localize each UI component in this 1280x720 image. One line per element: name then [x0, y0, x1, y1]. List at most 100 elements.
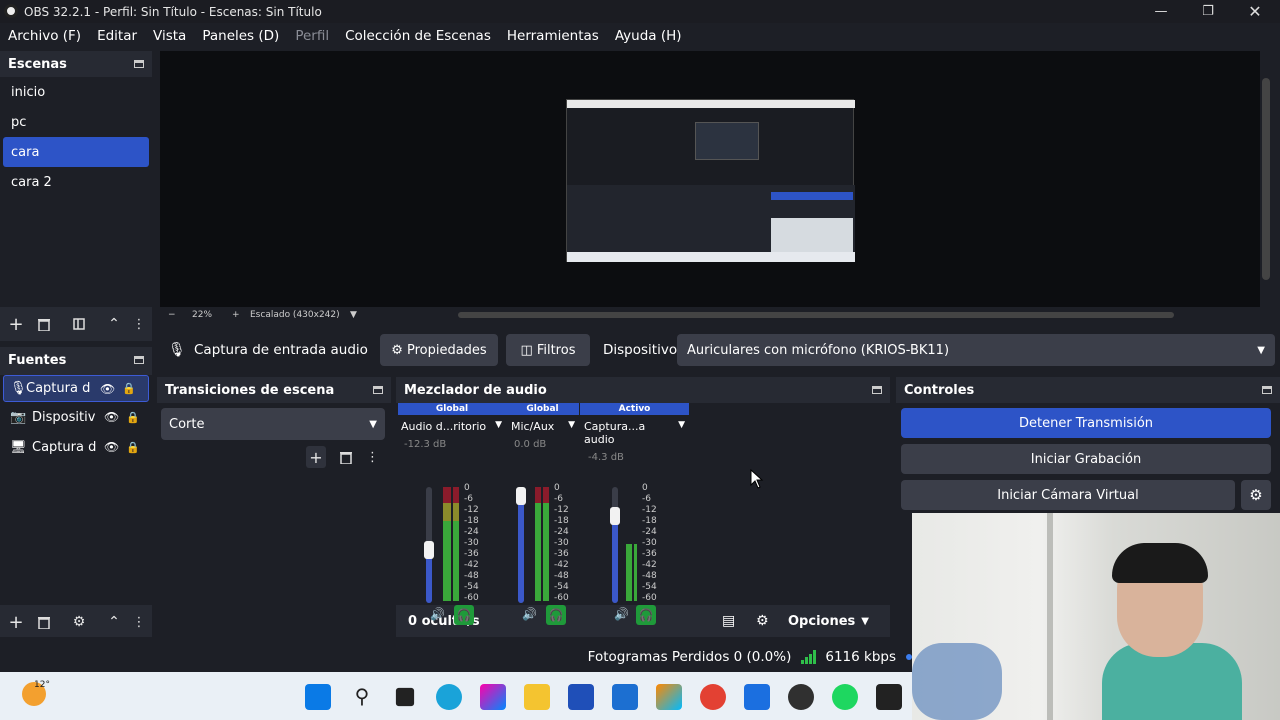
more-icon[interactable]: ⋮: [133, 615, 146, 630]
title-bar: OBS 32.2.1 - Perfil: Sin Título - Escena…: [0, 0, 1280, 23]
copilot-icon[interactable]: [480, 684, 506, 710]
filters-button[interactable]: ◫ Filtros: [506, 334, 590, 366]
lock-icon[interactable]: 🔒: [122, 382, 136, 395]
eye-icon[interactable]: 👁: [104, 410, 126, 424]
speaker-icon[interactable]: 🔊: [614, 607, 629, 621]
menu-perfil[interactable]: Perfil: [295, 28, 329, 44]
source-item[interactable]: 🎙 Captura d 👁 🔒: [3, 375, 149, 402]
properties-button[interactable]: ⚙ Propiedades: [380, 334, 498, 366]
trash-icon[interactable]: [340, 451, 352, 464]
mouse-cursor-icon: [750, 469, 764, 489]
spotify-icon[interactable]: [832, 684, 858, 710]
chevron-down-icon[interactable]: ▼: [350, 310, 357, 320]
scenes-header: Escenas: [0, 51, 152, 77]
menu-archivo[interactable]: Archivo (F): [8, 28, 81, 44]
device-value: Auriculares con micrófono (KRIOS-BK11): [687, 342, 950, 358]
microphone-icon: 🎙: [168, 342, 186, 358]
windows-start-icon[interactable]: [305, 684, 331, 710]
add-icon[interactable]: +: [8, 612, 24, 633]
chevron-down-icon[interactable]: ▼: [861, 616, 869, 627]
chrome-icon[interactable]: [700, 684, 726, 710]
preview-vertical-scrollbar[interactable]: [1262, 78, 1270, 280]
speaker-icon[interactable]: 🔊: [430, 607, 445, 621]
chevron-down-icon[interactable]: ▼: [495, 420, 502, 433]
float-dock-icon[interactable]: [872, 386, 882, 394]
menu-vista[interactable]: Vista: [153, 28, 186, 44]
start-virtual-camera-button[interactable]: Iniciar Cámara Virtual: [901, 480, 1235, 510]
menu-ayuda[interactable]: Ayuda (H): [615, 28, 682, 44]
options-button[interactable]: Opciones: [788, 614, 855, 629]
channel-db: 0.0 dB: [514, 439, 547, 450]
menu-paneles[interactable]: Paneles (D): [202, 28, 279, 44]
zoom-out-icon[interactable]: −: [168, 310, 192, 320]
virtual-camera-label: Iniciar Cámara Virtual: [997, 487, 1139, 503]
gear-icon[interactable]: ⚙: [64, 614, 94, 630]
transitions-title: Transiciones de escena: [165, 382, 335, 398]
scene-item-cara-2[interactable]: cara 2: [0, 167, 152, 197]
obs-icon[interactable]: [788, 684, 814, 710]
float-dock-icon[interactable]: [134, 60, 144, 68]
float-dock-icon[interactable]: [373, 386, 383, 394]
eye-icon[interactable]: 👁: [104, 440, 126, 454]
chevron-down-icon[interactable]: ▼: [678, 420, 685, 446]
zoom-in-icon[interactable]: +: [232, 310, 250, 320]
preview-horizontal-scrollbar[interactable]: [458, 312, 1174, 318]
source-item[interactable]: 📷 Dispositiv 👁 🔒: [0, 402, 152, 432]
scene-item-cara[interactable]: cara: [3, 137, 149, 167]
layout-icon[interactable]: ▤: [722, 613, 756, 629]
volume-fader[interactable]: [516, 487, 526, 603]
filter-icon[interactable]: [64, 318, 94, 330]
start-recording-button[interactable]: Iniciar Grabación: [901, 444, 1271, 474]
more-icon[interactable]: ⋮: [133, 317, 146, 332]
add-icon[interactable]: +: [8, 314, 24, 335]
trash-icon[interactable]: [24, 318, 64, 331]
menu-herramientas[interactable]: Herramientas: [507, 28, 599, 44]
device-select[interactable]: Auriculares con micrófono (KRIOS-BK11) ▼: [677, 334, 1275, 366]
gear-icon[interactable]: ⚙: [1241, 480, 1271, 510]
edge-icon[interactable]: [436, 684, 462, 710]
gear-icon[interactable]: ⚙: [756, 613, 788, 629]
outlook-icon[interactable]: [612, 684, 638, 710]
scenes-dock: Escenas inicio pc cara cara 2 + ⌃ ⋮: [0, 51, 152, 341]
volume-fader[interactable]: [424, 487, 434, 603]
eye-icon[interactable]: 👁: [100, 382, 122, 396]
task-view-icon[interactable]: [395, 687, 415, 707]
trash-icon[interactable]: [24, 616, 64, 629]
webcam-person-hair: [1112, 543, 1208, 583]
chevron-down-icon[interactable]: ▼: [568, 420, 575, 433]
add-icon[interactable]: +: [306, 446, 326, 468]
vscode-icon[interactable]: [744, 684, 770, 710]
speaker-icon[interactable]: 🔊: [522, 607, 537, 621]
scene-item-pc[interactable]: pc: [0, 107, 152, 137]
terminal-icon[interactable]: [876, 684, 902, 710]
maximize-icon[interactable]: ❐: [1185, 0, 1231, 23]
store-icon[interactable]: [568, 684, 594, 710]
search-icon[interactable]: ⚲: [349, 684, 375, 710]
more-icon[interactable]: ⋮: [366, 450, 379, 465]
meter-scale: 0 -6 -12 -18 -24 -30 -36 -42 -48 -54 -60: [554, 483, 569, 603]
menu-editar[interactable]: Editar: [97, 28, 137, 44]
preview-area[interactable]: [160, 51, 1260, 307]
preview-nested-canvas: [695, 122, 759, 160]
m365-icon[interactable]: [656, 684, 682, 710]
headphones-icon[interactable]: 🎧: [454, 605, 474, 625]
lock-icon[interactable]: 🔒: [126, 441, 140, 454]
volume-fader[interactable]: [610, 487, 620, 603]
lock-icon[interactable]: 🔒: [126, 411, 140, 424]
minimize-icon[interactable]: —: [1138, 0, 1184, 23]
scene-item-inicio[interactable]: inicio: [0, 77, 152, 107]
audio-mixer-dock: Mezclador de audio Global Audio d...rito…: [396, 377, 890, 637]
headphones-icon[interactable]: 🎧: [546, 605, 566, 625]
float-dock-icon[interactable]: [134, 356, 144, 364]
file-explorer-icon[interactable]: [524, 684, 550, 710]
close-icon[interactable]: ✕: [1232, 0, 1278, 23]
float-dock-icon[interactable]: [1262, 386, 1272, 394]
preview-canvas: [566, 99, 855, 262]
source-item[interactable]: 🖥 Captura d 👁 🔒: [0, 432, 152, 462]
move-up-icon[interactable]: ⌃: [94, 614, 134, 630]
stop-stream-button[interactable]: Detener Transmisión: [901, 408, 1271, 438]
transition-select[interactable]: Corte ▼: [161, 408, 385, 440]
menu-coleccion-escenas[interactable]: Colección de Escenas: [345, 28, 491, 44]
headphones-icon[interactable]: 🎧: [636, 605, 656, 625]
move-up-icon[interactable]: ⌃: [94, 316, 134, 332]
